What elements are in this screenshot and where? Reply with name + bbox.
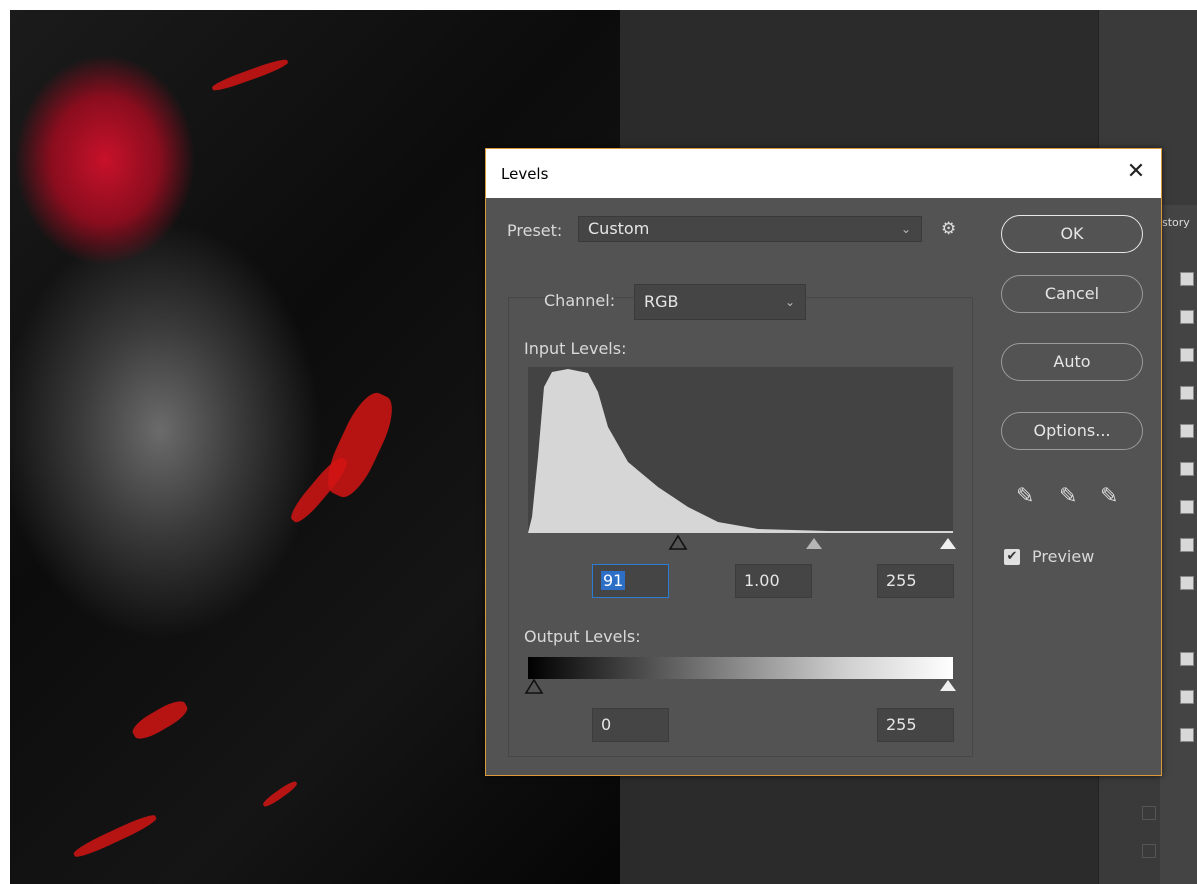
history-item-icon[interactable] — [1180, 386, 1194, 400]
history-item-icon[interactable] — [1180, 500, 1194, 514]
black-eyedropper-icon[interactable]: ✎ — [1016, 484, 1034, 509]
channel-label: Channel: — [544, 291, 616, 310]
channel-value: RGB — [644, 292, 679, 311]
input-gamma-slider[interactable] — [802, 535, 826, 559]
input-white-slider[interactable] — [936, 535, 960, 559]
history-item-icon[interactable] — [1180, 272, 1194, 286]
dialog-title-bar[interactable]: Levels ✕ — [486, 149, 1161, 198]
output-white-slider[interactable] — [936, 677, 960, 701]
history-item-icon[interactable] — [1180, 462, 1194, 476]
history-checkbox[interactable] — [1142, 844, 1156, 858]
history-item-icon[interactable] — [1180, 690, 1194, 704]
cancel-button[interactable]: Cancel — [1001, 275, 1143, 313]
output-levels-label: Output Levels: — [524, 627, 641, 646]
input-black-value: 91 — [601, 571, 626, 590]
histogram-shape — [528, 369, 953, 533]
input-white-field[interactable]: 255 — [877, 564, 954, 598]
history-item-icon[interactable] — [1180, 348, 1194, 362]
preset-label: Preset: — [507, 221, 563, 240]
levels-dialog: Levels ✕ Preset: Custom ⌄ ⚙ Channel: RGB… — [485, 148, 1162, 776]
preset-value: Custom — [588, 219, 650, 238]
preview-checkbox[interactable]: ✔ — [1004, 549, 1020, 565]
options-button[interactable]: Options... — [1001, 412, 1143, 450]
ok-button[interactable]: OK — [1001, 215, 1143, 253]
history-item-icon[interactable] — [1180, 728, 1194, 742]
output-black-slider[interactable] — [522, 677, 546, 701]
gray-eyedropper-icon[interactable]: ✎ — [1059, 484, 1077, 509]
history-item-icon[interactable] — [1180, 424, 1194, 438]
history-item-icon[interactable] — [1180, 538, 1194, 552]
input-levels-label: Input Levels: — [524, 339, 627, 358]
output-white-field[interactable]: 255 — [877, 708, 954, 742]
input-black-field[interactable]: 91 — [592, 564, 669, 598]
close-icon[interactable]: ✕ — [1121, 157, 1151, 187]
input-gamma-field[interactable]: 1.00 — [735, 564, 812, 598]
chevron-down-icon: ⌄ — [784, 295, 795, 309]
history-item-icon[interactable] — [1180, 310, 1194, 324]
input-black-slider[interactable] — [666, 533, 690, 557]
history-item-icon[interactable] — [1180, 652, 1194, 666]
white-eyedropper-icon[interactable]: ✎ — [1100, 484, 1118, 509]
preview-label[interactable]: Preview — [1032, 547, 1094, 566]
dialog-title: Levels — [501, 165, 549, 183]
gear-icon[interactable]: ⚙ — [941, 219, 956, 239]
channel-dropdown[interactable]: RGB ⌄ — [634, 284, 806, 320]
history-checkbox[interactable] — [1142, 806, 1156, 820]
history-tab[interactable]: story — [1162, 216, 1190, 229]
preset-dropdown[interactable]: Custom ⌄ — [578, 216, 922, 242]
output-black-field[interactable]: 0 — [592, 708, 669, 742]
history-item-icon[interactable] — [1180, 576, 1194, 590]
chevron-down-icon: ⌄ — [900, 222, 911, 236]
output-gradient-bar — [528, 657, 953, 679]
auto-button[interactable]: Auto — [1001, 343, 1143, 381]
histogram — [528, 367, 953, 533]
